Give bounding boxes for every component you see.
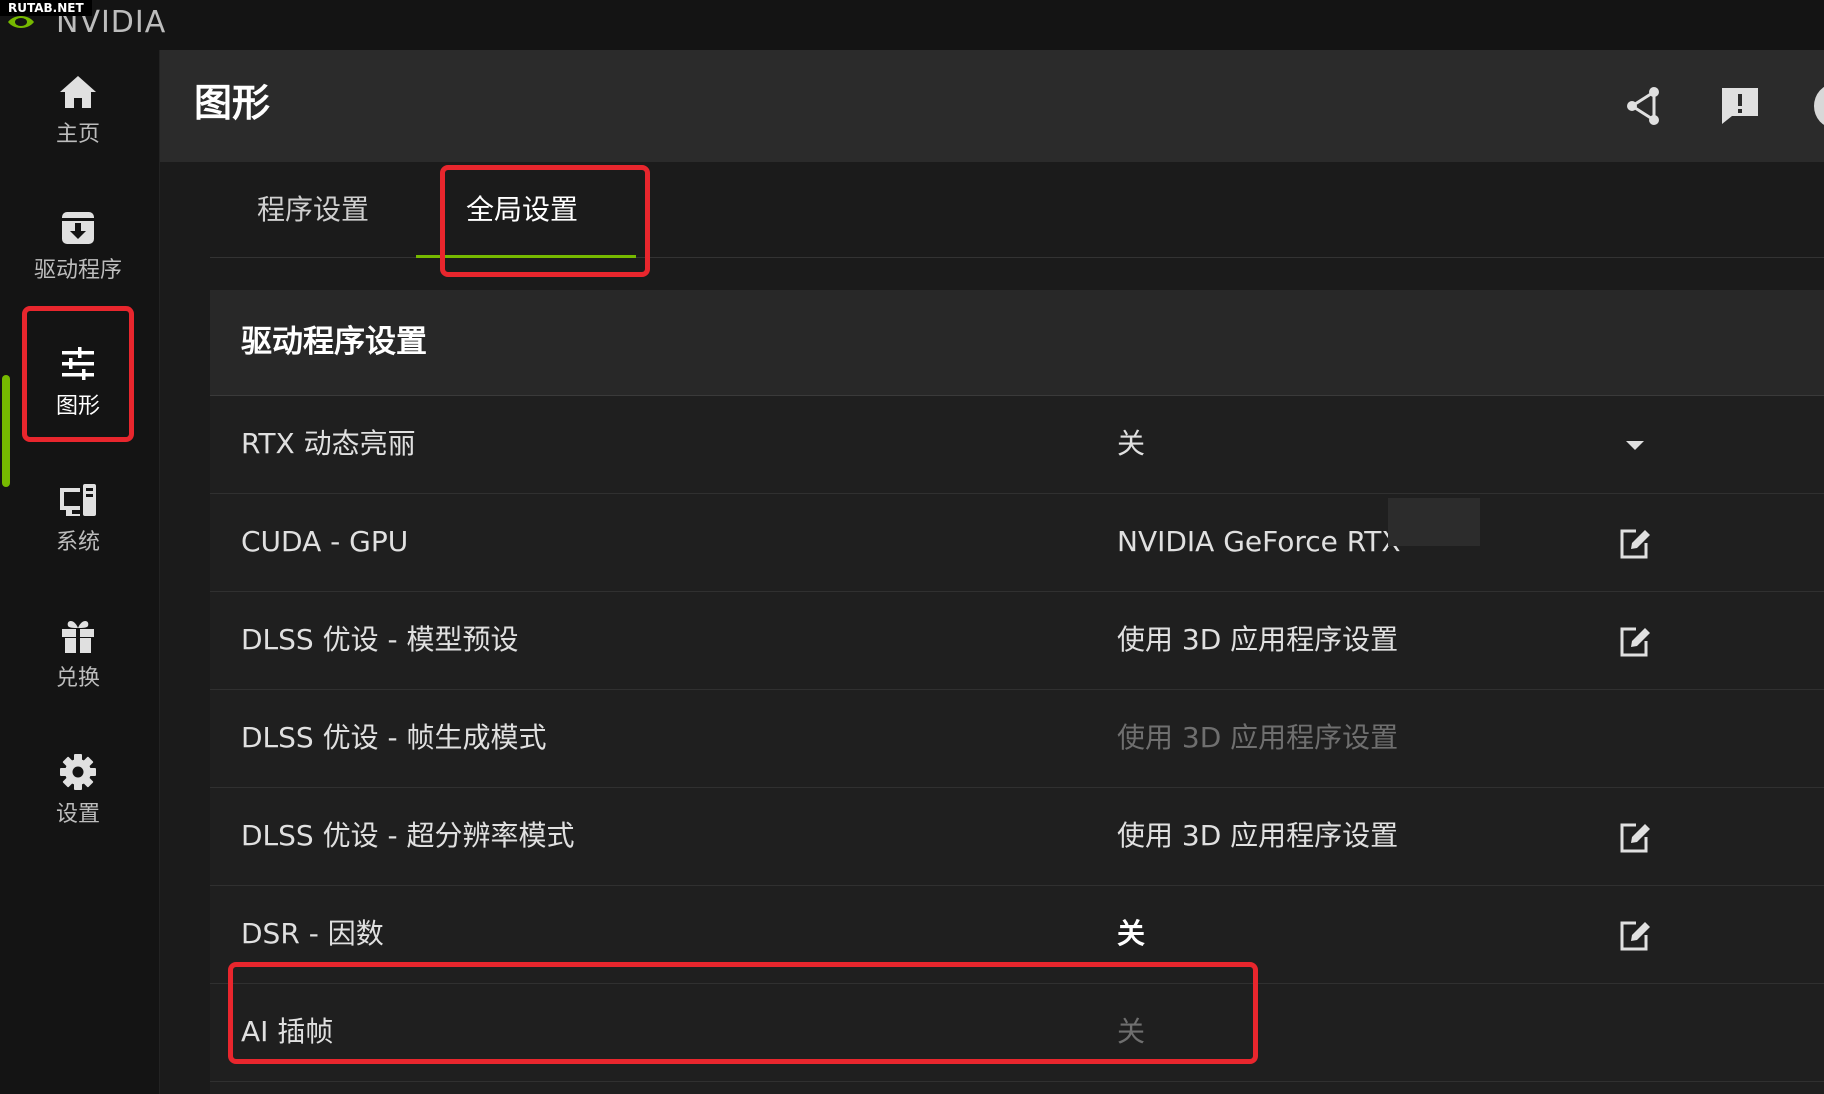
setting-value: 关 <box>1117 1015 1146 1048</box>
sidebar-item-drivers[interactable]: 驱动程序 <box>22 186 134 304</box>
nav-active-indicator <box>2 375 10 487</box>
gift-icon <box>62 621 94 653</box>
setting-row-ai-frame-interpolation: AI 插帧 关 <box>210 984 1824 1082</box>
setting-row-dlss-model-preset[interactable]: DLSS 优设 - 模型预设 使用 3D 应用程序设置 <box>210 592 1824 690</box>
sidebar-item-label: 兑换 <box>55 666 100 691</box>
nvidia-app-window: RUTAB.NET NVIDIA 主页 驱动程序 图形 系统 兑换 设置 图形 … <box>0 0 1824 1094</box>
edit-icon[interactable] <box>1614 816 1656 858</box>
tab-program-settings[interactable]: 程序设置 <box>257 190 369 230</box>
setting-value: 关 <box>1117 427 1146 460</box>
setting-value: 使用 3D 应用程序设置 <box>1117 623 1399 656</box>
gear-icon <box>60 754 96 790</box>
setting-label: CUDA - GPU <box>241 525 409 558</box>
setting-label: RTX 动态亮丽 <box>241 427 416 460</box>
sidebar-item-label: 设置 <box>55 802 100 827</box>
setting-row-rtx-vibrance[interactable]: RTX 动态亮丽 关 <box>210 396 1824 494</box>
redacted-area <box>1388 498 1480 546</box>
active-tab-underline <box>416 255 636 258</box>
setting-row-cuda-gpu[interactable]: CUDA - GPU NVIDIA GeForce RTX <box>210 494 1824 592</box>
sliders-icon <box>62 347 94 380</box>
sidebar-item-graphics[interactable]: 图形 <box>22 322 134 440</box>
sidebar-item-label: 主页 <box>55 122 100 147</box>
sidebar-item-label: 图形 <box>55 394 100 419</box>
monitor-icon <box>60 484 96 516</box>
setting-label: DLSS 优设 - 超分辨率模式 <box>241 819 575 852</box>
page-title: 图形 <box>194 81 271 125</box>
sidebar-item-redeem[interactable]: 兑换 <box>22 594 134 712</box>
setting-label: AI 插帧 <box>241 1015 334 1048</box>
section-title: 驱动程序设置 <box>241 324 427 360</box>
feedback-icon[interactable] <box>1716 82 1764 130</box>
edit-icon[interactable] <box>1614 914 1656 956</box>
setting-row-dsr-factor[interactable]: DSR - 因数 关 <box>210 886 1824 984</box>
account-avatar[interactable] <box>1814 84 1824 128</box>
setting-row-dlss-super-resolution[interactable]: DLSS 优设 - 超分辨率模式 使用 3D 应用程序设置 <box>210 788 1824 886</box>
settings-panel: 驱动程序设置 RTX 动态亮丽 关 CUDA - GPU NVIDIA GeFo… <box>210 290 1824 1094</box>
sidebar-item-system[interactable]: 系统 <box>22 458 134 576</box>
watermark: RUTAB.NET <box>0 0 92 16</box>
page-header: 图形 <box>160 50 1824 162</box>
setting-value: NVIDIA GeForce RTX <box>1117 525 1401 558</box>
download-icon <box>62 212 94 244</box>
sidebar-item-label: 系统 <box>55 530 100 555</box>
sidebar-item-label: 驱动程序 <box>33 258 122 283</box>
sidebar-item-settings[interactable]: 设置 <box>22 730 134 848</box>
title-bar: NVIDIA <box>0 0 1824 50</box>
setting-value: 使用 3D 应用程序设置 <box>1117 819 1399 852</box>
sidebar: 主页 驱动程序 图形 系统 兑换 设置 <box>0 50 160 1094</box>
setting-value: 使用 3D 应用程序设置 <box>1117 721 1399 754</box>
tab-bar: 程序设置 全局设置 <box>210 162 1824 258</box>
setting-label: DLSS 优设 - 帧生成模式 <box>241 721 547 754</box>
setting-label: DSR - 因数 <box>241 917 384 950</box>
share-icon[interactable] <box>1620 82 1668 130</box>
edit-icon[interactable] <box>1614 620 1656 662</box>
tab-global-settings[interactable]: 全局设置 <box>466 190 578 230</box>
home-icon <box>60 76 96 108</box>
chevron-down-icon[interactable] <box>1614 424 1656 466</box>
sidebar-item-home[interactable]: 主页 <box>22 50 134 168</box>
section-header[interactable]: 驱动程序设置 <box>210 290 1824 396</box>
edit-icon[interactable] <box>1614 522 1656 564</box>
setting-value: 关 <box>1117 917 1146 950</box>
setting-row-dlss-frame-gen: DLSS 优设 - 帧生成模式 使用 3D 应用程序设置 <box>210 690 1824 788</box>
setting-label: DLSS 优设 - 模型预设 <box>241 623 519 656</box>
